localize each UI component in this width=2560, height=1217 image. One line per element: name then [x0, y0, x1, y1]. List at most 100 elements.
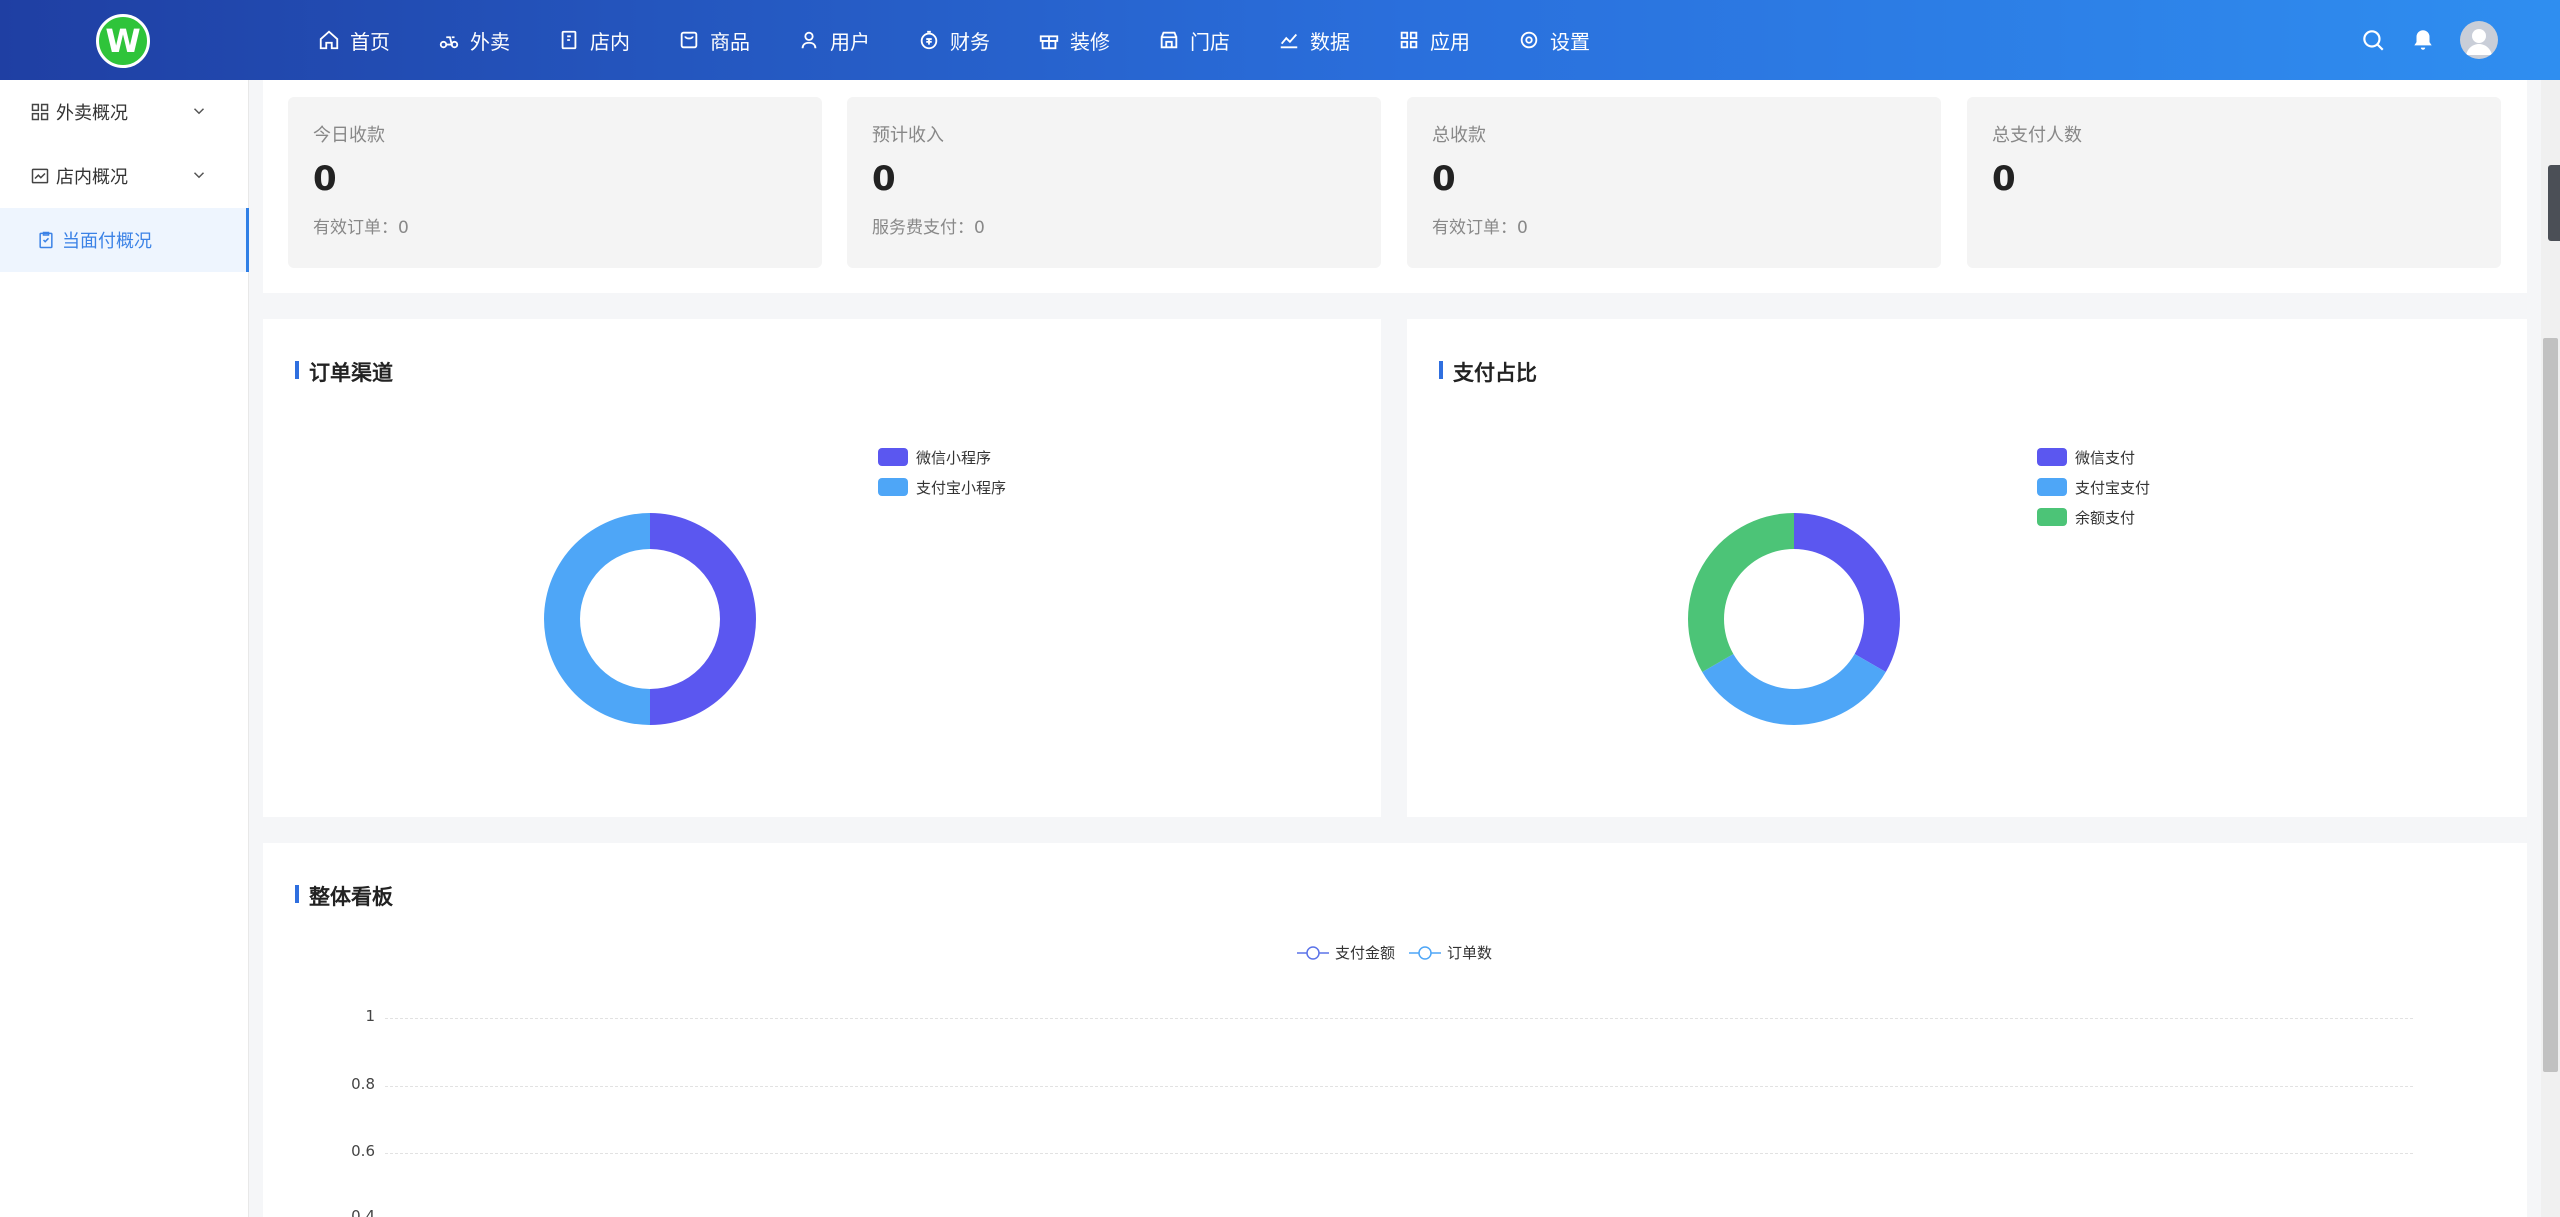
legend-swatch [878, 478, 908, 496]
scooter-icon [438, 29, 460, 51]
grid-line [385, 1018, 2413, 1019]
y-tick-label: 0.8 [351, 1075, 375, 1093]
legend-item[interactable]: 订单数 [1409, 942, 1492, 963]
money-icon [918, 29, 940, 51]
grid-icon [1398, 29, 1420, 51]
sidebar-item-label: 外卖概况 [56, 103, 128, 124]
donut-slice-微信支付[interactable] [1794, 513, 1900, 672]
order-channel-donut-chart [544, 513, 756, 725]
nav-label: 用户 [830, 29, 870, 54]
stat-label: 总支付人数 [1992, 125, 2082, 146]
nav-label: 首页 [350, 29, 390, 54]
legend-swatch [2037, 508, 2067, 526]
nav-label: 财务 [950, 29, 990, 54]
nav-label: 商品 [710, 29, 750, 54]
payment-ratio-donut-chart [1688, 513, 1900, 725]
stat-value: 0 [1432, 159, 1456, 199]
legend-item[interactable]: 微信小程序 [878, 442, 1006, 472]
legend-item[interactable]: 余额支付 [2037, 502, 2150, 532]
donut-slice-支付宝小程序[interactable] [544, 513, 650, 725]
nav-label: 门店 [1190, 29, 1230, 54]
grid-line [385, 1153, 2413, 1154]
nav-label: 店内 [590, 29, 630, 54]
donut-slice-余额支付[interactable] [1688, 513, 1794, 672]
panel-title: 整体看板 [295, 881, 393, 911]
nav-item-finance[interactable]: 财务 [918, 26, 990, 55]
stat-label: 预计收入 [872, 125, 944, 146]
nav-label: 外卖 [470, 29, 510, 54]
sidebar-item-label: 当面付概况 [62, 231, 152, 252]
clipboard-icon [36, 230, 56, 250]
legend-label: 微信支付 [2075, 448, 2136, 467]
gift-icon [1038, 29, 1060, 51]
order-channel-panel: 订单渠道 [263, 319, 1381, 817]
nav-item-settings[interactable]: 设置 [1518, 26, 1590, 55]
legend-swatch [2037, 478, 2067, 496]
stat-value: 0 [872, 159, 896, 199]
sidebar: 外卖概况 店内概况 当面付概况 [0, 80, 249, 1217]
stat-sub: 有效订单：0 [1432, 218, 1528, 238]
y-tick-label: 1 [365, 1007, 375, 1025]
donut-slice-微信小程序[interactable] [650, 513, 756, 725]
legend-item[interactable]: 支付宝小程序 [878, 472, 1006, 502]
nav-item-data[interactable]: 数据 [1278, 26, 1350, 55]
search-icon[interactable] [2360, 27, 2386, 53]
gear-icon [1518, 29, 1540, 51]
y-tick-label: 0.4 [351, 1207, 375, 1217]
nav-item-instore[interactable]: 店内 [558, 26, 630, 55]
order-channel-legend: 微信小程序 支付宝小程序 [878, 442, 1006, 502]
chevron-down-icon [193, 172, 205, 179]
top-navigation-bar: W 首页 外卖 店内 商品 用户 财务 装修 门店 数据 应用 设置 [0, 0, 2560, 80]
legend-line-marker [1297, 945, 1329, 960]
nav-label: 设置 [1550, 29, 1590, 54]
stat-sub: 有效订单：0 [313, 218, 409, 238]
y-tick-label: 0.6 [351, 1142, 375, 1160]
nav-label: 装修 [1070, 29, 1110, 54]
grid-line [385, 1086, 2413, 1087]
legend-label: 微信小程序 [916, 448, 992, 467]
sidebar-item-takeout-overview[interactable]: 外卖概况 [0, 80, 248, 144]
bell-icon[interactable] [2410, 27, 2436, 53]
stat-label: 今日收款 [313, 125, 385, 146]
nav-item-apps[interactable]: 应用 [1398, 26, 1470, 55]
main-nav: 首页 外卖 店内 商品 用户 财务 装修 门店 数据 应用 设置 [318, 0, 1638, 80]
nav-item-decoration[interactable]: 装修 [1038, 26, 1110, 55]
app-logo[interactable]: W [96, 14, 150, 68]
grid-icon [30, 102, 50, 122]
chevron-down-icon [193, 108, 205, 115]
document-icon [558, 29, 580, 51]
legend-item[interactable]: 微信支付 [2037, 442, 2150, 472]
legend-swatch [878, 448, 908, 466]
sidebar-item-label: 店内概况 [56, 167, 128, 188]
donut-slice-支付宝支付[interactable] [1702, 654, 1886, 725]
store-icon [1158, 29, 1180, 51]
payment-ratio-panel: 支付占比 [1407, 319, 2527, 817]
stat-card-expected-income: 预计收入 0 服务费支付：0 [847, 97, 1381, 268]
sidebar-item-face-pay-overview[interactable]: 当面付概况 [0, 208, 249, 272]
nav-item-stores[interactable]: 门店 [1158, 26, 1230, 55]
line-chart-icon [1278, 29, 1300, 51]
stat-value: 0 [313, 159, 337, 199]
scrollbar-thumb[interactable] [2543, 338, 2558, 1072]
legend-label: 余额支付 [2075, 508, 2136, 527]
nav-item-takeout[interactable]: 外卖 [438, 26, 510, 55]
line-chart-legend: 支付金额 订单数 [1297, 942, 1506, 963]
header-actions [2336, 0, 2498, 80]
legend-item[interactable]: 支付金额 [1297, 942, 1395, 963]
legend-label: 支付金额 [1335, 944, 1396, 962]
stat-card-total-payers: 总支付人数 0 [1967, 97, 2501, 268]
side-widget-tab[interactable] [2548, 165, 2560, 241]
nav-item-home[interactable]: 首页 [318, 26, 390, 55]
legend-item[interactable]: 支付宝支付 [2037, 472, 2150, 502]
payment-ratio-legend: 微信支付 支付宝支付 余额支付 [2037, 442, 2150, 532]
overall-dashboard-panel: 整体看板 [263, 843, 2527, 1217]
nav-item-users[interactable]: 用户 [798, 26, 870, 55]
stat-card-total-receipts: 总收款 0 有效订单：0 [1407, 97, 1941, 268]
sidebar-item-instore-overview[interactable]: 店内概况 [0, 144, 248, 208]
legend-swatch [2037, 448, 2067, 466]
box-icon [678, 29, 700, 51]
legend-line-marker [1409, 945, 1442, 960]
avatar[interactable] [2460, 21, 2498, 59]
nav-item-goods[interactable]: 商品 [678, 26, 750, 55]
stat-sub: 服务费支付：0 [872, 218, 985, 238]
